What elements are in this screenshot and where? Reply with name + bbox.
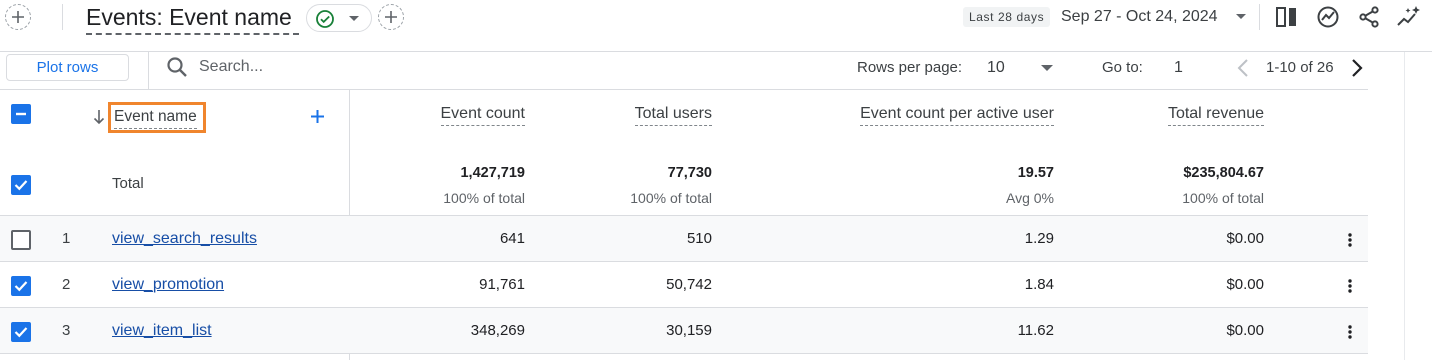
event-name-link[interactable]: view_item_list bbox=[112, 321, 212, 341]
per-user-cell: 1.29 bbox=[1024, 230, 1054, 247]
totals-total-users-share: 100% of total bbox=[630, 190, 712, 206]
revenue-cell: $0.00 bbox=[1226, 322, 1264, 339]
totals-checkbox[interactable] bbox=[11, 175, 31, 195]
checkmark-icon bbox=[14, 281, 28, 292]
total-users-cell: 30,159 bbox=[666, 322, 712, 339]
sort-descending-icon[interactable] bbox=[93, 109, 105, 125]
row-checkbox[interactable] bbox=[11, 230, 31, 250]
event-count-cell: 91,761 bbox=[479, 276, 525, 293]
totals-revenue-share: 100% of total bbox=[1182, 190, 1264, 206]
indeterminate-icon bbox=[16, 112, 26, 116]
date-range-label[interactable]: Sep 27 - Oct 24, 2024 bbox=[1061, 6, 1218, 28]
row-more-icon[interactable] bbox=[1342, 230, 1358, 250]
event-count-cell: 348,269 bbox=[470, 322, 525, 339]
insights-chart-icon[interactable] bbox=[1315, 4, 1341, 30]
rows-per-page-caret-icon[interactable] bbox=[1041, 65, 1053, 72]
add-dimension-icon[interactable] bbox=[310, 109, 325, 124]
checkmark-icon bbox=[14, 180, 28, 191]
event-name-link[interactable]: view_promotion bbox=[112, 275, 224, 295]
plus-icon bbox=[12, 11, 24, 23]
toolbar-divider bbox=[1259, 4, 1260, 30]
search-icon bbox=[167, 57, 187, 77]
totals-event-count: 1,427,719 bbox=[460, 165, 525, 181]
totals-revenue: $235,804.67 bbox=[1183, 165, 1264, 181]
row-index: 2 bbox=[62, 276, 71, 293]
page-title: Events: Event name bbox=[86, 4, 292, 30]
row-index: 3 bbox=[62, 322, 71, 339]
share-icon[interactable] bbox=[1356, 4, 1382, 30]
right-edge-divider bbox=[1404, 52, 1405, 360]
checkmark-icon bbox=[14, 327, 28, 338]
totals-per-user: 19.57 bbox=[1017, 165, 1054, 181]
totals-event-count-share: 100% of total bbox=[443, 190, 525, 206]
header-divider bbox=[62, 4, 63, 30]
column-header-event-count[interactable]: Event count bbox=[440, 104, 525, 126]
event-count-cell: 641 bbox=[499, 230, 525, 247]
compare-icon[interactable] bbox=[1274, 4, 1300, 30]
caret-down-icon bbox=[349, 16, 359, 21]
rows-per-page-select[interactable]: 10 bbox=[987, 58, 1005, 78]
date-preset-chip[interactable]: Last 28 days bbox=[963, 7, 1051, 27]
column-header-total-users[interactable]: Total users bbox=[634, 104, 712, 126]
row-index: 1 bbox=[62, 230, 71, 247]
row-checkbox[interactable] bbox=[11, 322, 31, 342]
next-page-icon[interactable] bbox=[1350, 58, 1364, 78]
page-range-label: 1-10 of 26 bbox=[1266, 59, 1334, 76]
plot-rows-button[interactable]: Plot rows bbox=[6, 54, 129, 81]
revenue-cell: $0.00 bbox=[1226, 230, 1264, 247]
totals-label: Total bbox=[112, 175, 144, 192]
toolbar-left-divider bbox=[148, 52, 149, 90]
event-name-link[interactable]: view_search_results bbox=[112, 229, 257, 249]
report-status-chip[interactable] bbox=[306, 4, 372, 32]
add-report-item-button[interactable] bbox=[378, 4, 404, 30]
row-more-icon[interactable] bbox=[1342, 322, 1358, 342]
page-title-underline bbox=[86, 33, 299, 35]
check-circle-icon bbox=[316, 10, 334, 28]
goto-label: Go to: bbox=[1102, 59, 1143, 76]
revenue-cell: $0.00 bbox=[1226, 276, 1264, 293]
totals-total-users: 77,730 bbox=[667, 165, 712, 181]
date-range-caret-icon[interactable] bbox=[1236, 14, 1246, 20]
totals-per-user-avg: Avg 0% bbox=[1006, 190, 1054, 206]
row-checkbox[interactable] bbox=[11, 276, 31, 296]
previous-page-icon[interactable] bbox=[1236, 58, 1250, 78]
rows-per-page-label: Rows per page: bbox=[857, 59, 963, 76]
per-user-cell: 1.84 bbox=[1024, 276, 1054, 293]
goto-page-input[interactable]: 1 bbox=[1174, 58, 1183, 78]
add-comparison-button[interactable] bbox=[5, 4, 31, 30]
search-input[interactable] bbox=[199, 56, 499, 78]
plus-icon bbox=[385, 11, 397, 23]
total-users-cell: 510 bbox=[686, 230, 712, 247]
column-header-event-name[interactable]: Event name bbox=[114, 107, 197, 129]
sparkle-insights-icon[interactable] bbox=[1396, 4, 1422, 30]
column-header-total-revenue[interactable]: Total revenue bbox=[1167, 104, 1264, 126]
per-user-cell: 11.62 bbox=[1017, 322, 1054, 339]
column-header-event-count-per-user[interactable]: Event count per active user bbox=[860, 104, 1054, 126]
select-all-checkbox[interactable] bbox=[11, 104, 31, 124]
total-users-cell: 50,742 bbox=[666, 276, 712, 293]
row-more-icon[interactable] bbox=[1342, 276, 1358, 296]
